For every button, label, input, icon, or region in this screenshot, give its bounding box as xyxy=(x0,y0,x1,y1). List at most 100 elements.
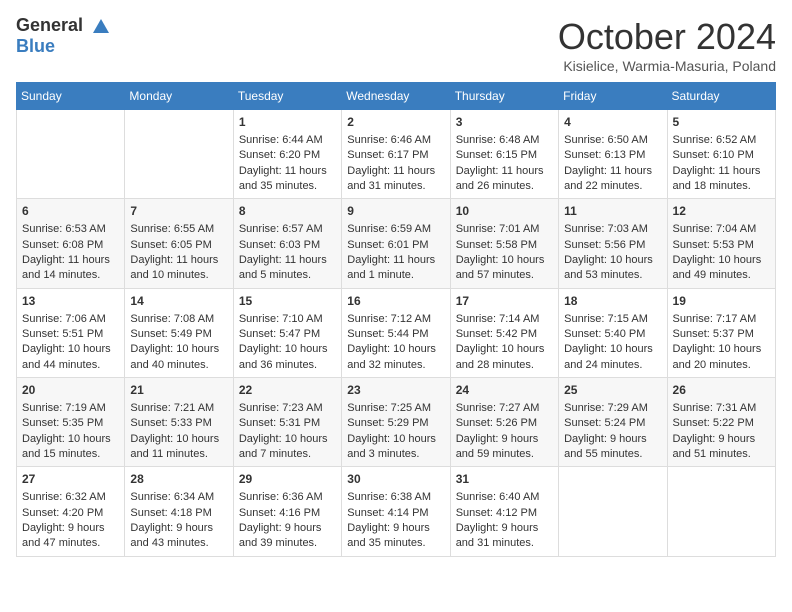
cell-content-line: Daylight: 9 hours and 59 minutes. xyxy=(456,432,553,463)
cell-content-line: Sunset: 4:18 PM xyxy=(130,506,227,521)
cell-content-line: Daylight: 9 hours and 35 minutes. xyxy=(347,521,444,552)
logo-icon xyxy=(85,18,110,35)
day-number: 8 xyxy=(239,203,336,220)
cell-content-line: Sunrise: 7:27 AM xyxy=(456,401,553,416)
calendar-cell: 13Sunrise: 7:06 AMSunset: 5:51 PMDayligh… xyxy=(17,288,125,377)
cell-content-line: Sunrise: 7:01 AM xyxy=(456,222,553,237)
day-number: 7 xyxy=(130,203,227,220)
cell-content-line: Sunset: 5:53 PM xyxy=(673,238,770,253)
cell-content-line: Sunrise: 6:32 AM xyxy=(22,490,119,505)
cell-content-line: Daylight: 11 hours and 31 minutes. xyxy=(347,164,444,195)
calendar-cell xyxy=(125,110,233,199)
weekday-header-friday: Friday xyxy=(559,83,667,110)
weekday-header-monday: Monday xyxy=(125,83,233,110)
day-number: 6 xyxy=(22,203,119,220)
day-number: 27 xyxy=(22,471,119,488)
weekday-header-wednesday: Wednesday xyxy=(342,83,450,110)
cell-content-line: Sunset: 6:15 PM xyxy=(456,148,553,163)
day-number: 31 xyxy=(456,471,553,488)
calendar-cell: 24Sunrise: 7:27 AMSunset: 5:26 PMDayligh… xyxy=(450,378,558,467)
calendar-cell: 29Sunrise: 6:36 AMSunset: 4:16 PMDayligh… xyxy=(233,467,341,556)
header: General Blue October 2024 Kisielice, War… xyxy=(16,16,776,74)
cell-content-line: Daylight: 9 hours and 55 minutes. xyxy=(564,432,661,463)
calendar-cell: 31 Sunrise: 6:40 AMSunset: 4:12 PMDayligh… xyxy=(450,467,558,556)
cell-content-line: Sunrise: 6:50 AM xyxy=(564,133,661,148)
cell-content-line: Sunset: 6:05 PM xyxy=(130,238,227,253)
cell-content-line: Sunrise: 6:36 AM xyxy=(239,490,336,505)
cell-content-line: Sunset: 5:29 PM xyxy=(347,416,444,431)
calendar-cell: 2Sunrise: 6:46 AMSunset: 6:17 PMDaylight… xyxy=(342,110,450,199)
calendar-header-row: SundayMondayTuesdayWednesdayThursdayFrid… xyxy=(17,83,776,110)
calendar-cell: 27Sunrise: 6:32 AMSunset: 4:20 PMDayligh… xyxy=(17,467,125,556)
cell-content-line: Daylight: 11 hours and 26 minutes. xyxy=(456,164,553,195)
logo-general: General xyxy=(16,15,83,35)
calendar-cell: 16Sunrise: 7:12 AMSunset: 5:44 PMDayligh… xyxy=(342,288,450,377)
cell-content-line: Sunset: 5:47 PM xyxy=(239,327,336,342)
cell-content-line: Sunset: 5:33 PM xyxy=(130,416,227,431)
cell-content-line: Daylight: 10 hours and 44 minutes. xyxy=(22,342,119,373)
cell-content-line: Daylight: 11 hours and 14 minutes. xyxy=(22,253,119,284)
cell-content-line: Daylight: 10 hours and 15 minutes. xyxy=(22,432,119,463)
calendar-cell: 10 Sunrise: 7:01 AMSunset: 5:58 PMDayligh… xyxy=(450,199,558,288)
cell-content-line: Daylight: 10 hours and 36 minutes. xyxy=(239,342,336,373)
cell-content-line: Sunrise: 6:57 AM xyxy=(239,222,336,237)
day-number: 22 xyxy=(239,382,336,399)
day-number: 21 xyxy=(130,382,227,399)
cell-content-line: Daylight: 9 hours and 47 minutes. xyxy=(22,521,119,552)
calendar-week-row: 13Sunrise: 7:06 AMSunset: 5:51 PMDayligh… xyxy=(17,288,776,377)
calendar-table: SundayMondayTuesdayWednesdayThursdayFrid… xyxy=(16,82,776,557)
cell-content-line: Sunrise: 6:38 AM xyxy=(347,490,444,505)
cell-content-line: Daylight: 11 hours and 1 minute. xyxy=(347,253,444,284)
calendar-cell: 4Sunrise: 6:50 AMSunset: 6:13 PMDaylight… xyxy=(559,110,667,199)
cell-content-line: Sunrise: 6:34 AM xyxy=(130,490,227,505)
cell-content-line: Sunrise: 7:04 AM xyxy=(673,222,770,237)
calendar-cell: 14Sunrise: 7:08 AMSunset: 5:49 PMDayligh… xyxy=(125,288,233,377)
cell-content-line: Sunset: 5:44 PM xyxy=(347,327,444,342)
cell-content-line: Daylight: 9 hours and 31 minutes. xyxy=(456,521,553,552)
calendar-cell: 18 Sunrise: 7:15 AMSunset: 5:40 PMDayligh… xyxy=(559,288,667,377)
cell-content-line: Sunrise: 6:40 AM xyxy=(456,490,553,505)
cell-content-line: Daylight: 10 hours and 24 minutes. xyxy=(564,342,661,373)
cell-content-line: Sunrise: 7:08 AM xyxy=(130,312,227,327)
cell-content-line: Sunrise: 7:14 AM xyxy=(456,312,553,327)
cell-content-line: Sunrise: 7:31 AM xyxy=(673,401,770,416)
calendar-cell: 20Sunrise: 7:19 AMSunset: 5:35 PMDayligh… xyxy=(17,378,125,467)
cell-content-line: Sunrise: 6:44 AM xyxy=(239,133,336,148)
day-number: 18 xyxy=(564,293,661,310)
cell-content-line: Sunset: 5:58 PM xyxy=(456,238,553,253)
cell-content-line: Daylight: 9 hours and 43 minutes. xyxy=(130,521,227,552)
cell-content-line: Sunrise: 7:29 AM xyxy=(564,401,661,416)
cell-content-line: Daylight: 10 hours and 7 minutes. xyxy=(239,432,336,463)
weekday-header-sunday: Sunday xyxy=(17,83,125,110)
calendar-cell: 8Sunrise: 6:57 AMSunset: 6:03 PMDaylight… xyxy=(233,199,341,288)
cell-content-line: Sunset: 6:03 PM xyxy=(239,238,336,253)
cell-content-line: Daylight: 11 hours and 35 minutes. xyxy=(239,164,336,195)
day-number: 9 xyxy=(347,203,444,220)
cell-content-line: Sunset: 5:37 PM xyxy=(673,327,770,342)
day-number: 5 xyxy=(673,114,770,131)
calendar-cell: 12Sunrise: 7:04 AMSunset: 5:53 PMDayligh… xyxy=(667,199,775,288)
weekday-header-thursday: Thursday xyxy=(450,83,558,110)
calendar-cell: 5Sunrise: 6:52 AMSunset: 6:10 PMDaylight… xyxy=(667,110,775,199)
day-number: 10 xyxy=(456,203,553,220)
cell-content-line: Sunset: 5:40 PM xyxy=(564,327,661,342)
day-number: 26 xyxy=(673,382,770,399)
calendar-week-row: 27Sunrise: 6:32 AMSunset: 4:20 PMDayligh… xyxy=(17,467,776,556)
day-number: 4 xyxy=(564,114,661,131)
cell-content-line: Sunset: 5:22 PM xyxy=(673,416,770,431)
day-number: 28 xyxy=(130,471,227,488)
day-number: 15 xyxy=(239,293,336,310)
cell-content-line: Daylight: 10 hours and 20 minutes. xyxy=(673,342,770,373)
calendar-week-row: 20Sunrise: 7:19 AMSunset: 5:35 PMDayligh… xyxy=(17,378,776,467)
cell-content-line: Sunset: 4:14 PM xyxy=(347,506,444,521)
day-number: 25 xyxy=(564,382,661,399)
cell-content-line: Daylight: 10 hours and 57 minutes. xyxy=(456,253,553,284)
calendar-cell: 11Sunrise: 7:03 AMSunset: 5:56 PMDayligh… xyxy=(559,199,667,288)
cell-content-line: Daylight: 10 hours and 11 minutes. xyxy=(130,432,227,463)
cell-content-line: Sunrise: 7:15 AM xyxy=(564,312,661,327)
day-number: 11 xyxy=(564,203,661,220)
cell-content-line: Daylight: 10 hours and 49 minutes. xyxy=(673,253,770,284)
cell-content-line: Sunset: 4:12 PM xyxy=(456,506,553,521)
day-number: 24 xyxy=(456,382,553,399)
cell-content-line: Sunset: 5:42 PM xyxy=(456,327,553,342)
